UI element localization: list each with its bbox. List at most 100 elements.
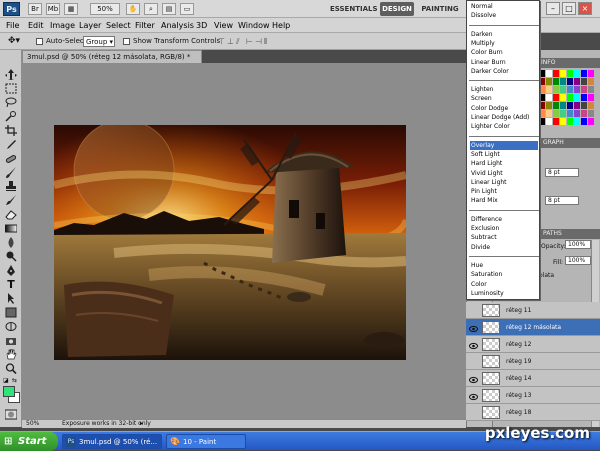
move-tool-icon[interactable]	[5, 69, 17, 80]
visibility-eye-icon[interactable]	[469, 306, 478, 314]
layer-row[interactable]: réteg 12	[466, 336, 600, 353]
type-tool-icon[interactable]: T	[5, 279, 17, 290]
menu-help[interactable]: Help	[272, 19, 290, 32]
graph-panel-header[interactable]: GRAPH	[539, 138, 600, 148]
visibility-eye-icon[interactable]	[469, 323, 478, 333]
layer-row[interactable]: réteg 18	[466, 404, 600, 421]
status-zoom[interactable]: 50%	[26, 420, 39, 428]
layer-row[interactable]: réteg 11	[466, 302, 600, 319]
blend-mode-option[interactable]: Pin Light	[470, 187, 538, 196]
status-menu-arrow-icon[interactable]: ▸	[140, 420, 143, 428]
auto-select-checkbox[interactable]	[36, 38, 43, 45]
blend-mode-option[interactable]: Soft Light	[470, 150, 538, 159]
foreground-color-swatch[interactable]	[3, 386, 15, 397]
layer-row[interactable]: réteg 14	[466, 370, 600, 387]
zoom-tool-button[interactable]: ⌕	[144, 3, 158, 15]
eyedropper-tool-icon[interactable]	[5, 139, 17, 150]
blend-mode-option[interactable]: Lighter Color	[470, 122, 538, 131]
blend-mode-option[interactable]: Subtract	[470, 233, 538, 242]
align-buttons[interactable]: ⊤⊥⫽ ⊢⊣⫴	[218, 36, 308, 47]
menu-layer[interactable]: Layer	[79, 19, 101, 32]
blend-mode-option[interactable]: Color	[470, 280, 538, 289]
blend-mode-option[interactable]: Color Burn	[470, 48, 538, 57]
blend-mode-option[interactable]: Lighten	[470, 85, 538, 94]
3d-rotate-tool-icon[interactable]	[5, 321, 17, 332]
minimize-button[interactable]: –	[546, 2, 560, 15]
eraser-tool-icon[interactable]	[5, 209, 17, 220]
hand-tool-button[interactable]: ✋	[126, 3, 140, 15]
size-field-b[interactable]: 8 pt	[545, 196, 579, 205]
blend-mode-option[interactable]: Dissolve	[470, 11, 538, 20]
size-field-a[interactable]: 8 pt	[545, 168, 579, 177]
blend-mode-option[interactable]: Vivid Light	[470, 169, 538, 178]
blend-mode-option[interactable]: Screen	[470, 94, 538, 103]
3d-camera-tool-icon[interactable]	[5, 335, 17, 346]
blend-mode-option[interactable]: Hard Light	[470, 159, 538, 168]
default-colors-icon[interactable]: ◪	[3, 378, 9, 384]
menu-filter[interactable]: Filter	[135, 19, 155, 32]
menu-edit[interactable]: Edit	[28, 19, 44, 32]
workspace-design[interactable]: DESIGN	[380, 2, 414, 16]
blend-mode-option[interactable]: Luminosity	[470, 289, 538, 298]
marquee-tool-icon[interactable]	[5, 83, 17, 94]
swap-colors-icon[interactable]: ⇆	[12, 378, 19, 384]
view-extras-button[interactable]: ▦	[64, 3, 78, 15]
blend-mode-option[interactable]: Darker Color	[470, 67, 538, 76]
graph-tab[interactable]: GRAPH	[543, 139, 564, 146]
visibility-eye-icon[interactable]	[469, 374, 478, 384]
workspace-essentials[interactable]: ESSENTIALS	[330, 2, 378, 16]
blend-mode-option[interactable]: Exclusion	[470, 224, 538, 233]
paths-tab[interactable]: PATHS	[543, 229, 562, 239]
blend-mode-option[interactable]: Linear Light	[470, 178, 538, 187]
menu-file[interactable]: File	[6, 19, 19, 32]
dodge-tool-icon[interactable]	[5, 251, 17, 262]
quick-selection-tool-icon[interactable]	[5, 111, 17, 122]
blend-mode-option[interactable]: Divide	[470, 243, 538, 252]
gradient-tool-icon[interactable]	[5, 223, 17, 234]
pen-tool-icon[interactable]	[5, 265, 17, 276]
maximize-button[interactable]: □	[562, 2, 576, 15]
blend-mode-option[interactable]: Multiply	[470, 39, 538, 48]
minibridge-button[interactable]: Mb	[46, 3, 60, 15]
blend-mode-option[interactable]: Hue	[470, 261, 538, 270]
swatches-grid[interactable]	[539, 70, 597, 130]
blend-mode-option[interactable]: Difference	[470, 215, 538, 224]
shape-tool-icon[interactable]	[5, 307, 17, 318]
show-transform-checkbox[interactable]	[123, 38, 130, 45]
fill-field[interactable]: 100%	[565, 256, 591, 265]
taskbar-item-paint[interactable]: 🎨 10 - Paint	[166, 434, 246, 449]
bridge-button[interactable]: Br	[28, 3, 42, 15]
blend-mode-option[interactable]: Darken	[470, 30, 538, 39]
visibility-eye-icon[interactable]	[469, 340, 478, 350]
crop-tool-icon[interactable]	[5, 125, 17, 136]
blend-mode-option[interactable]: Linear Burn	[470, 58, 538, 67]
opacity-field[interactable]: 100%	[565, 240, 591, 249]
layer-row[interactable]: réteg 19	[466, 353, 600, 370]
info-tab[interactable]: INFO	[541, 58, 555, 68]
visibility-eye-icon[interactable]	[469, 357, 478, 365]
menu-analysis[interactable]: Analysis	[161, 19, 194, 32]
document-canvas[interactable]	[54, 125, 406, 360]
menu-window[interactable]: Window	[238, 19, 270, 32]
menu-view[interactable]: View	[214, 19, 233, 32]
close-button[interactable]: ×	[578, 2, 592, 15]
move-tool-icon[interactable]: ✥▾	[8, 36, 28, 47]
layer-row[interactable]: réteg 13	[466, 387, 600, 404]
path-selection-tool-icon[interactable]	[5, 293, 17, 304]
brush-tool-icon[interactable]	[5, 167, 17, 178]
hand-tool-icon[interactable]	[5, 349, 17, 360]
zoom-level-dropdown[interactable]: 50%	[90, 3, 120, 15]
menu-select[interactable]: Select	[106, 19, 131, 32]
menu-3d[interactable]: 3D	[196, 19, 207, 32]
auto-select-dropdown[interactable]: Group ▾	[83, 36, 115, 47]
lasso-tool-icon[interactable]	[5, 97, 17, 108]
visibility-eye-icon[interactable]	[469, 408, 478, 416]
document-tab[interactable]: 3mul.psd @ 50% (réteg 12 másolata, RGB/8…	[22, 50, 202, 63]
clone-stamp-tool-icon[interactable]	[5, 181, 17, 192]
taskbar-item-photoshop[interactable]: Ps 3mul.psd @ 50% (ré...	[62, 434, 162, 449]
blend-mode-option[interactable]: Normal	[470, 2, 538, 11]
screen-mode-button[interactable]: ▭	[180, 3, 194, 15]
blend-mode-option[interactable]: Linear Dodge (Add)	[470, 113, 538, 122]
start-button[interactable]: ⊞ Start	[0, 432, 58, 451]
blend-mode-option[interactable]: Saturation	[470, 270, 538, 279]
